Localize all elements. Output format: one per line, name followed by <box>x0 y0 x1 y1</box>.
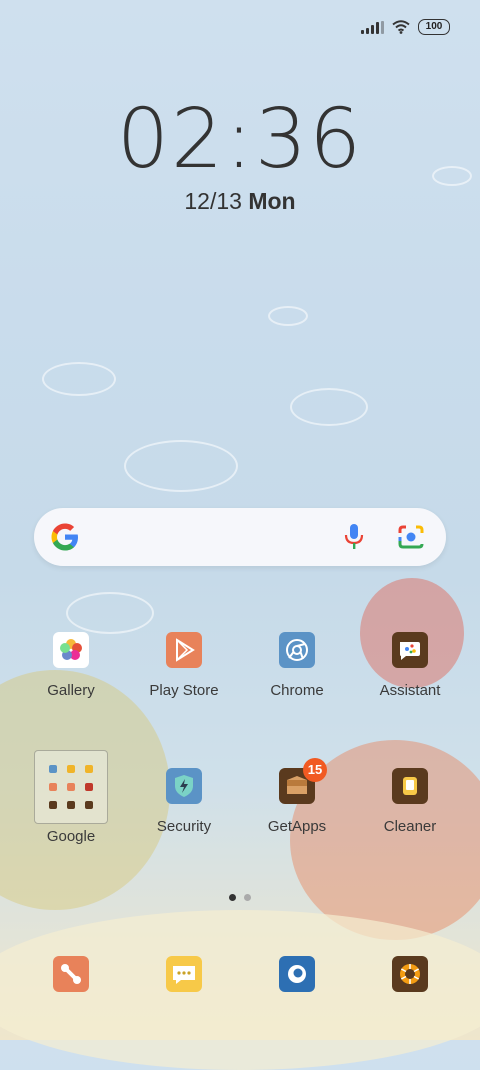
gallery-icon <box>53 632 89 668</box>
google-search-bar[interactable] <box>34 508 446 566</box>
chrome-icon <box>279 632 315 668</box>
dock-app-camera[interactable] <box>354 956 466 992</box>
app-cleaner[interactable]: Cleaner <box>354 768 466 835</box>
page-dot[interactable] <box>229 894 236 901</box>
app-label: GetApps <box>267 818 327 835</box>
voice-search-icon[interactable] <box>340 522 368 552</box>
app-play-store[interactable]: Play Store <box>128 632 240 699</box>
clock-date[interactable]: 12/13 Mon <box>0 188 480 215</box>
wifi-icon <box>392 20 410 34</box>
date-text: 12/13 <box>184 188 242 214</box>
app-label: Play Store <box>149 682 219 699</box>
page-dot[interactable] <box>244 894 251 901</box>
app-gallery[interactable]: Gallery <box>15 632 127 699</box>
share-icon <box>53 956 89 992</box>
messaging-icon <box>166 956 202 992</box>
app-label: Google <box>46 828 96 845</box>
app-label: Gallery <box>47 682 95 699</box>
getapps-icon: 15 <box>279 758 327 804</box>
play-store-icon <box>166 632 202 668</box>
app-google-folder[interactable]: Google <box>15 750 127 845</box>
status-bar: 100 <box>361 18 450 36</box>
folder-icon <box>34 750 108 824</box>
notification-badge: 15 <box>303 758 327 782</box>
app-security[interactable]: Security <box>128 768 240 835</box>
dock-app-share[interactable] <box>15 956 127 992</box>
app-label: Chrome <box>270 682 324 699</box>
dock-app-messaging[interactable] <box>128 956 240 992</box>
google-lens-icon[interactable] <box>396 523 426 551</box>
camera-icon <box>392 956 428 992</box>
app-label: Assistant <box>379 682 441 699</box>
cleaner-icon <box>392 768 428 804</box>
page-indicator[interactable] <box>0 894 480 901</box>
signal-icon <box>361 20 384 34</box>
app-getapps[interactable]: 15 GetApps <box>241 758 353 835</box>
app-chrome[interactable]: Chrome <box>241 632 353 699</box>
assistant-icon <box>392 632 428 668</box>
google-g-icon <box>51 523 78 551</box>
security-icon <box>166 768 202 804</box>
weekday-text: Mon <box>248 188 296 214</box>
app-label: Cleaner <box>383 818 437 835</box>
browser-icon <box>279 956 315 992</box>
clock-time[interactable]: 02:36 <box>0 92 480 187</box>
app-assistant[interactable]: Assistant <box>354 632 466 699</box>
battery-indicator: 100 <box>418 19 450 35</box>
dock-app-browser[interactable] <box>241 956 353 992</box>
app-label: Security <box>156 818 212 835</box>
